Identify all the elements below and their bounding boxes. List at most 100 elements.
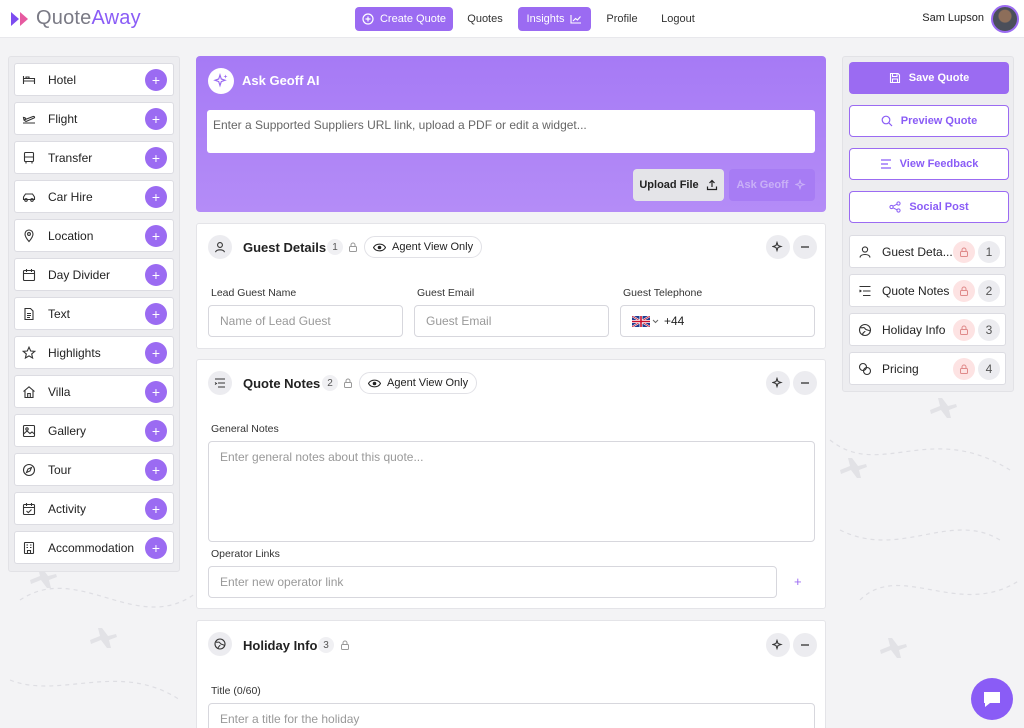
upload-file-label: Upload File xyxy=(639,179,699,191)
nav-logout[interactable]: Logout xyxy=(655,7,701,31)
widget-item-accommodation[interactable]: Accommodation + xyxy=(14,531,174,564)
lock-icon[interactable] xyxy=(348,242,358,252)
calendar-icon xyxy=(22,268,36,282)
section-number-badge: 2 xyxy=(978,279,1000,302)
widget-label: Hotel xyxy=(48,72,77,87)
operator-link-input[interactable]: Enter new operator link xyxy=(208,566,777,598)
add-widget-button[interactable]: + xyxy=(145,341,167,364)
widget-panel: Hotel + Flight + Transfer + Car Hire + Location +… xyxy=(8,56,180,572)
widget-item-tour[interactable]: Tour + xyxy=(14,453,174,486)
nav-quotes[interactable]: Quotes xyxy=(462,7,508,31)
chat-button[interactable] xyxy=(971,678,1013,720)
app-logo[interactable]: QuoteAway xyxy=(10,7,141,30)
ai-sparkle-button[interactable] xyxy=(766,633,790,657)
lock-icon[interactable] xyxy=(340,640,350,650)
general-notes-textarea[interactable]: Enter general notes about this quote... xyxy=(208,441,815,542)
add-widget-button[interactable]: + xyxy=(145,497,167,520)
person-icon xyxy=(858,245,872,259)
ask-geoff-button[interactable]: Ask Geoff xyxy=(729,169,815,201)
lock-icon[interactable] xyxy=(343,378,353,388)
add-operator-link-button[interactable]: + xyxy=(794,574,802,589)
user-name[interactable]: Sam Lupson xyxy=(922,12,984,24)
lock-icon[interactable] xyxy=(953,357,975,380)
ai-sparkle-button[interactable] xyxy=(766,371,790,395)
nav-profile[interactable]: Profile xyxy=(600,7,644,31)
preview-quote-button[interactable]: Preview Quote xyxy=(849,105,1009,137)
widget-item-hotel[interactable]: Hotel + xyxy=(14,63,174,96)
lock-icon[interactable] xyxy=(953,279,975,302)
lead-guest-input[interactable]: Name of Lead Guest xyxy=(208,305,403,337)
nav-insights[interactable]: Insights xyxy=(518,7,591,31)
collapse-button[interactable] xyxy=(793,235,817,259)
section-nav-label: Quote Notes xyxy=(882,283,950,298)
social-post-button[interactable]: Social Post xyxy=(849,191,1009,223)
widget-item-car-hire[interactable]: Car Hire + xyxy=(14,180,174,213)
logo-chevrons-icon xyxy=(11,11,28,26)
insights-label: Insights xyxy=(526,13,565,25)
widget-label: Text xyxy=(48,306,71,321)
add-widget-button[interactable]: + xyxy=(145,185,167,208)
top-navbar: QuoteAway Create Quote Quotes Insights P… xyxy=(0,0,1024,38)
upload-file-button[interactable]: Upload File xyxy=(633,169,724,201)
add-widget-button[interactable]: + xyxy=(145,146,167,169)
add-widget-button[interactable]: + xyxy=(145,68,167,91)
car-icon xyxy=(22,190,36,204)
widget-label: Accommodation xyxy=(48,540,135,555)
lock-icon[interactable] xyxy=(953,240,975,263)
add-widget-button[interactable]: + xyxy=(145,536,167,559)
list-icon xyxy=(208,371,232,395)
guest-email-input[interactable]: Guest Email xyxy=(414,305,609,337)
widget-label: Location xyxy=(48,228,94,243)
collapse-button[interactable] xyxy=(793,371,817,395)
widget-item-highlights[interactable]: Highlights + xyxy=(14,336,174,369)
widget-item-activity[interactable]: Activity + xyxy=(14,492,174,525)
widget-item-gallery[interactable]: Gallery + xyxy=(14,414,174,447)
view-feedback-button[interactable]: View Feedback xyxy=(849,148,1009,180)
section-nav-item[interactable]: Quote Notes 2 xyxy=(849,274,1006,307)
section-number-badge: 1 xyxy=(327,239,343,255)
coins-icon xyxy=(858,362,872,376)
section-nav-item[interactable]: Guest Deta... 1 xyxy=(849,235,1006,268)
widget-item-text[interactable]: Text + xyxy=(14,297,174,330)
save-icon xyxy=(889,72,900,84)
add-widget-button[interactable]: + xyxy=(145,458,167,481)
add-widget-button[interactable]: + xyxy=(145,380,167,403)
uk-flag-icon[interactable] xyxy=(632,315,650,327)
section-nav-item[interactable]: Holiday Info 3 xyxy=(849,313,1006,346)
holiday-title-label: Title (0/60) xyxy=(211,685,261,697)
collapse-button[interactable] xyxy=(793,633,817,657)
agent-view-only-toggle[interactable]: Agent View Only xyxy=(359,372,478,394)
add-widget-button[interactable]: + xyxy=(145,302,167,325)
holiday-title-input[interactable]: Enter a title for the holiday xyxy=(208,703,815,728)
widget-item-flight[interactable]: Flight + xyxy=(14,102,174,135)
widget-item-villa[interactable]: Villa + xyxy=(14,375,174,408)
lock-icon[interactable] xyxy=(953,318,975,341)
widget-item-transfer[interactable]: Transfer + xyxy=(14,141,174,174)
widget-label: Car Hire xyxy=(48,189,93,204)
section-number-badge: 2 xyxy=(322,375,338,391)
add-widget-button[interactable]: + xyxy=(145,107,167,130)
chevron-down-icon[interactable] xyxy=(652,319,659,324)
chart-line-icon xyxy=(570,15,582,24)
add-widget-button[interactable]: + xyxy=(145,224,167,247)
ai-sparkle-button[interactable] xyxy=(766,235,790,259)
guest-telephone-input[interactable]: +44 xyxy=(620,305,815,337)
chat-bubble-icon xyxy=(984,692,1000,707)
ask-geoff-input[interactable]: Enter a Supported Suppliers URL link, up… xyxy=(207,110,815,153)
add-widget-button[interactable]: + xyxy=(145,263,167,286)
map-pin-icon xyxy=(22,228,36,243)
compass-icon xyxy=(22,463,36,477)
upload-icon xyxy=(706,179,717,191)
person-icon xyxy=(208,235,232,259)
section-nav-item[interactable]: Pricing 4 xyxy=(849,352,1006,385)
save-quote-button[interactable]: Save Quote xyxy=(849,62,1009,94)
avatar[interactable] xyxy=(991,5,1019,33)
section-nav-label: Guest Deta... xyxy=(882,244,953,259)
widget-label: Gallery xyxy=(48,423,87,438)
agent-view-only-toggle[interactable]: Agent View Only xyxy=(364,236,483,258)
create-quote-button[interactable]: Create Quote xyxy=(355,7,453,31)
widget-item-day-divider[interactable]: Day Divider + xyxy=(14,258,174,291)
add-widget-button[interactable]: + xyxy=(145,419,167,442)
widget-item-location[interactable]: Location + xyxy=(14,219,174,252)
operator-links-label: Operator Links xyxy=(211,548,280,560)
